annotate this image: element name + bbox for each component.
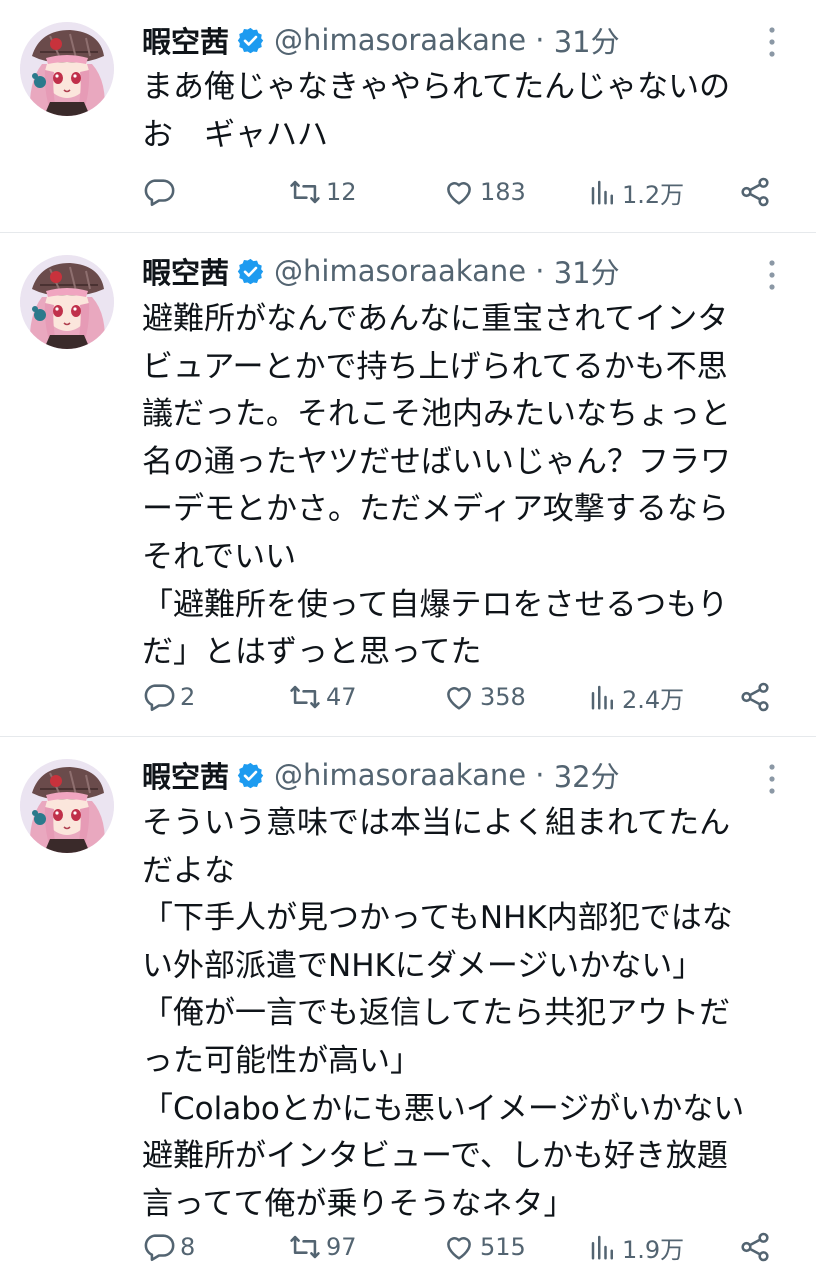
author-handle[interactable]: @himasoraakane <box>274 758 526 792</box>
like-count: 515 <box>480 1233 526 1261</box>
share-button[interactable] <box>738 172 772 212</box>
reply-icon <box>144 684 175 712</box>
tweet-text-line: 言ってて俺が乗りそうなネタ」 <box>142 1185 575 1222</box>
tweet-text-line: ビュアーとかで持ち上げられてるかも不思 <box>142 348 728 385</box>
views-count: 1.2万 <box>622 180 685 209</box>
retweet-count: 12 <box>326 178 357 206</box>
views-button[interactable]: 1.2万 <box>588 172 684 212</box>
share-icon <box>741 1232 769 1262</box>
retweet-count: 97 <box>326 1233 357 1261</box>
like-button[interactable]: 515 <box>442 1227 526 1267</box>
retweet-button[interactable]: 47 <box>288 677 357 717</box>
views-count: 1.9万 <box>622 1235 685 1264</box>
separator-dot: · <box>526 254 554 288</box>
tweet-text-line: お ギャハハ <box>142 116 328 153</box>
tweet-text: そういう意味では本当によく組まれてたん だよな 「下手人が見つかってもNHK内部… <box>142 800 792 1228</box>
tweet-text-line: 名の通ったヤツだせばいいじゃん？フラワ <box>142 443 731 480</box>
tweet-text-line: 「下手人が見つかってもNHK内部犯ではな <box>142 900 733 937</box>
views-chart-icon <box>591 1235 613 1260</box>
retweet-icon <box>290 1235 320 1259</box>
timestamp[interactable]: 31分 <box>554 19 620 61</box>
tweet-text-line: った可能性が高い」 <box>142 1042 421 1079</box>
avatar[interactable] <box>20 255 114 349</box>
author-name[interactable]: 暇空茜 <box>142 250 229 292</box>
tweet-text-line: だ」とはずっと思ってた <box>142 634 482 671</box>
tweet-text-line: 避難所がなんであんなに重宝されてインタ <box>142 301 729 337</box>
retweet-icon <box>290 180 320 204</box>
more-options-icon[interactable] <box>762 761 782 797</box>
tweet-text-line: ーデモとかさ。ただメディア攻撃するなら <box>142 491 729 528</box>
timestamp[interactable]: 32分 <box>554 754 620 796</box>
tweet-actions: 12 183 1.2万 <box>142 172 792 212</box>
reply-button[interactable]: 2 <box>142 677 195 717</box>
tweet-actions: 2 47 358 2.4万 <box>142 677 792 717</box>
reply-button[interactable]: 8 <box>142 1227 195 1267</box>
like-count: 358 <box>480 683 526 711</box>
heart-icon <box>447 1237 471 1260</box>
retweet-button[interactable]: 97 <box>288 1227 357 1267</box>
tweet-text-line: 議だった。それこそ池内みたいなちょっと <box>142 396 731 433</box>
author-handle[interactable]: @himasoraakane <box>274 23 526 57</box>
author-name[interactable]: 暇空茜 <box>142 19 229 61</box>
avatar[interactable] <box>20 759 114 853</box>
tweet[interactable]: 暇空茜 @himasoraakane · 31分 避難所がなんであんなに重宝され… <box>0 233 816 736</box>
retweet-count: 47 <box>326 683 357 711</box>
avatar[interactable] <box>20 22 114 116</box>
tweet-text-line: それでいい <box>142 538 297 575</box>
tweet-text-line: い外部派遣でNHKにダメージいかない」 <box>142 947 704 984</box>
separator-dot: · <box>526 758 554 792</box>
tweet-text-line: そういう意味では本当によく組まれてたん <box>142 805 731 841</box>
more-options-icon[interactable] <box>762 257 782 293</box>
tweet-text-line: だよな <box>142 852 235 889</box>
tweet[interactable]: 暇空茜 @himasoraakane · 31分 まあ俺じゃなきゃやられてたんじ… <box>0 0 816 232</box>
views-chart-icon <box>591 180 613 205</box>
verified-badge-icon <box>237 762 264 788</box>
tweet-text-line: 「俺が一言でも返信してたら共犯アウトだ <box>142 995 731 1032</box>
tweet-text: 避難所がなんであんなに重宝されてインタ ビュアーとかで持ち上げられてるかも不思 … <box>142 296 792 677</box>
views-button[interactable]: 2.4万 <box>588 677 684 717</box>
reply-button[interactable] <box>142 172 180 212</box>
like-count: 183 <box>480 178 526 206</box>
heart-icon <box>447 687 471 710</box>
share-icon <box>741 177 769 207</box>
separator-dot: · <box>526 23 554 57</box>
like-button[interactable]: 358 <box>442 677 526 717</box>
like-button[interactable]: 183 <box>442 172 526 212</box>
author-handle[interactable]: @himasoraakane <box>274 254 526 288</box>
tweet-text-line: まあ俺じゃなきゃやられてたんじゃないの <box>142 69 731 105</box>
timestamp[interactable]: 31分 <box>554 250 620 292</box>
tweet-text-line: 「Colaboとかにも悪いイメージがいかない <box>142 1090 745 1127</box>
tweet-text: まあ俺じゃなきゃやられてたんじゃないの お ギャハハ <box>142 64 792 159</box>
reply-icon <box>144 179 175 207</box>
more-options-icon[interactable] <box>762 24 782 60</box>
tweet-text-line: 避難所がインタビューで、しかも好き放題 <box>142 1138 728 1175</box>
views-count: 2.4万 <box>622 685 685 714</box>
author-name[interactable]: 暇空茜 <box>142 754 229 796</box>
share-icon <box>741 682 769 712</box>
reply-count: 8 <box>180 1233 196 1261</box>
retweet-button[interactable]: 12 <box>288 172 357 212</box>
views-chart-icon <box>591 685 613 710</box>
heart-icon <box>447 182 471 205</box>
retweet-icon <box>290 685 320 709</box>
views-button[interactable]: 1.9万 <box>588 1227 684 1267</box>
tweet[interactable]: 暇空茜 @himasoraakane · 32分 そういう意味では本当によく組ま… <box>0 737 816 1280</box>
share-button[interactable] <box>738 1227 772 1267</box>
tweet-text-line: 「避難所を使って自爆テロをさせるつもり <box>142 586 729 623</box>
verified-badge-icon <box>237 258 264 284</box>
reply-count: 2 <box>180 683 196 711</box>
tweet-actions: 8 97 515 1.9万 <box>142 1227 792 1267</box>
reply-icon <box>144 1234 175 1262</box>
share-button[interactable] <box>738 677 772 717</box>
verified-badge-icon <box>237 27 264 53</box>
